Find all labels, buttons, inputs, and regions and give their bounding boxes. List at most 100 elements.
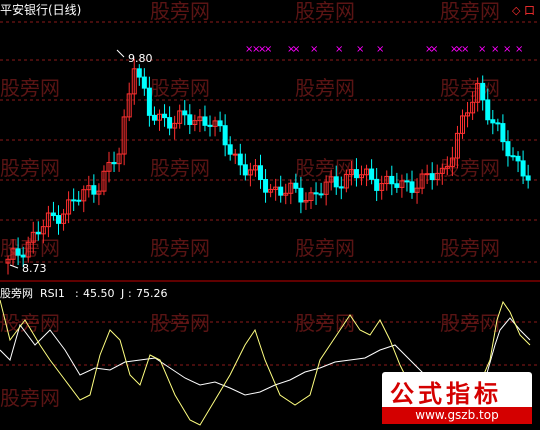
candle-body (485, 99, 491, 121)
watermark-text: 股旁网 (295, 311, 355, 335)
badge-title: 公式指标 (390, 380, 502, 408)
candle-body (222, 125, 228, 146)
candle-body (227, 144, 233, 155)
watermark-text: 股旁网 (295, 76, 355, 100)
low-price-label: 8.73 (22, 262, 47, 275)
rsi-name: RSI1 (40, 287, 65, 300)
candle-body (333, 176, 339, 188)
low-pointer (9, 264, 19, 269)
signal-marker: × (376, 44, 384, 55)
watermark-text: 股旁网 (150, 156, 210, 180)
candle-body (394, 183, 400, 188)
site-badge: 公式指标 www.gszb.top (382, 372, 532, 424)
candle-body (71, 199, 77, 202)
candle-body (424, 173, 430, 176)
rsi-colon: : (75, 287, 79, 300)
candle-body (313, 192, 319, 195)
signal-marker: × (292, 44, 300, 55)
watermark-text: 股旁网 (0, 76, 60, 100)
candle-body (429, 173, 435, 181)
candle-body (338, 186, 344, 189)
candle-body (500, 123, 506, 143)
candle-body (162, 113, 168, 119)
watermark-text: 股旁网 (295, 0, 355, 23)
candle-body (187, 114, 193, 125)
watermark-layer: 股旁网 股旁网 股旁网股旁网 股旁网 股旁网 股旁网股旁网 股旁网 股旁网 股旁网股旁网 股旁网股… (0, 0, 500, 410)
candle-body (141, 76, 147, 89)
candle-body (91, 185, 97, 195)
candle-body (520, 160, 526, 177)
candle-body (56, 215, 61, 224)
candle-body (50, 212, 56, 217)
candle-body (263, 179, 269, 193)
corner-icon: ◇ 口 (512, 4, 535, 17)
signal-markers: ×××× ×× × × × × ×× ××× × × × × (245, 44, 523, 55)
candle-body (490, 119, 496, 124)
watermark-text: 股旁网 (440, 236, 500, 260)
watermark-text: 股旁网 (0, 386, 60, 410)
candle-body (409, 181, 415, 193)
j-value: 75.26 (136, 287, 168, 300)
watermark-text: 股旁网 (0, 156, 60, 180)
signal-marker: × (503, 44, 511, 55)
candle-body (136, 68, 142, 78)
stock-chart: 股旁网 股旁网 股旁网股旁网 股旁网 股旁网 股旁网股旁网 股旁网 股旁网 股旁网股旁网 股旁网股… (0, 0, 540, 426)
candle-body (76, 199, 82, 202)
candle-body (111, 162, 117, 165)
candle-body (15, 248, 21, 256)
signal-marker: × (461, 44, 469, 55)
candle-body (298, 187, 304, 203)
watermark-text: 股旁网 (440, 311, 500, 335)
candle-body (369, 168, 375, 180)
candle-body (182, 110, 188, 116)
candle-body (353, 169, 359, 179)
candle-body (151, 114, 157, 121)
watermark-text: 股旁网 (150, 311, 210, 335)
candle-body (207, 124, 213, 127)
indicator-label: 股旁网 (0, 286, 33, 300)
candle-body (480, 82, 486, 101)
candle-body (202, 116, 208, 126)
watermark-text: 股旁网 (440, 0, 500, 23)
badge-url: www.gszb.top (382, 407, 532, 424)
chart-title: 平安银行(日线) (0, 2, 81, 17)
watermark-text: 股旁网 (440, 76, 500, 100)
candle-body (232, 153, 238, 156)
candle-body (525, 175, 531, 181)
signal-marker: × (310, 44, 318, 55)
signal-marker: × (335, 44, 343, 55)
signal-marker: × (430, 44, 438, 55)
candle-body (374, 178, 380, 191)
candle-body (495, 122, 501, 125)
signal-marker: × (356, 44, 364, 55)
candle-body (318, 193, 324, 196)
candle-body (258, 165, 263, 181)
watermark-text: 股旁网 (150, 76, 210, 100)
rsi-value: 45.50 (83, 287, 115, 300)
j-colon: : (128, 287, 132, 300)
watermark-text: 股旁网 (150, 0, 210, 23)
candle-body (146, 87, 152, 116)
watermark-text: 股旁网 (295, 236, 355, 260)
candle-body (505, 141, 511, 157)
signal-marker: × (264, 44, 272, 55)
high-price-label: 9.80 (128, 52, 153, 65)
signal-marker: × (491, 44, 499, 55)
signal-marker: × (515, 44, 523, 55)
candle-body (237, 153, 243, 166)
candle-body (510, 155, 516, 158)
candle-body (404, 180, 410, 183)
candle-body (242, 164, 248, 176)
j-name: J (120, 287, 124, 300)
candle-body (293, 182, 299, 189)
candle-body (389, 175, 395, 185)
candle-body (20, 254, 26, 258)
candle-body (35, 231, 41, 235)
high-pointer (116, 49, 125, 58)
candle-body (217, 120, 223, 127)
candle-body (167, 117, 173, 129)
candle-body (278, 186, 284, 196)
candle-body (515, 155, 521, 162)
signal-marker: × (478, 44, 486, 55)
watermark-text: 股旁网 (150, 236, 210, 260)
